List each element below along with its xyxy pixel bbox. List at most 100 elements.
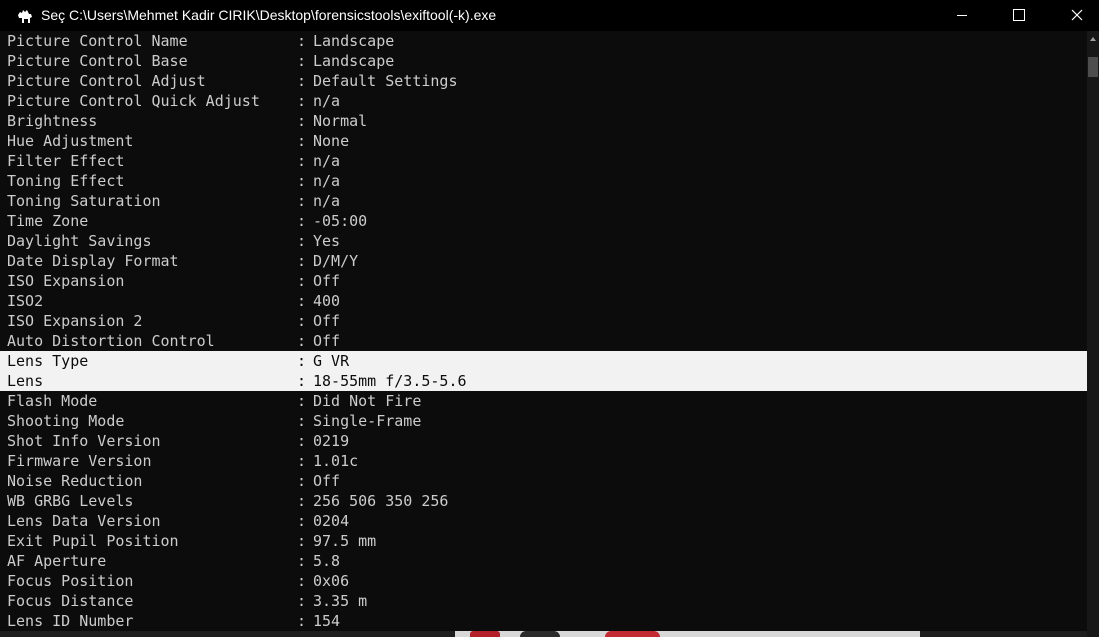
tag-name: Daylight Savings: [7, 232, 152, 250]
tag-name: Exit Pupil Position: [7, 532, 179, 550]
console-line: Lens ID Number:154: [0, 611, 1087, 631]
title-bar[interactable]: Seç C:\Users\Mehmet Kadir CIRIK\Desktop\…: [0, 0, 1099, 31]
separator: :: [297, 352, 307, 370]
tag-name: Toning Saturation: [7, 192, 161, 210]
separator: :: [297, 112, 307, 130]
separator: :: [297, 132, 307, 150]
console-line: Focus Distance:3.35 m: [0, 591, 1087, 611]
background-image-edge: [470, 631, 500, 637]
tag-name: Shooting Mode: [7, 412, 125, 430]
tag-name: Lens Data Version: [7, 512, 161, 530]
console-line: Shot Info Version:0219: [0, 431, 1087, 451]
console-line: Toning Effect: n/a: [0, 171, 1087, 191]
tag-value: None: [313, 132, 350, 150]
separator: :: [297, 452, 307, 470]
separator: :: [297, 592, 307, 610]
tag-value: Off: [313, 332, 341, 350]
tag-name: Lens: [7, 372, 44, 390]
tag-value: Default Settings: [313, 72, 458, 90]
tag-value: -05:00: [313, 212, 368, 230]
console-line: Hue Adjustment: None: [0, 131, 1087, 151]
minimize-button[interactable]: [939, 0, 985, 31]
console-line: Focus Position:0x06: [0, 571, 1087, 591]
tag-name: Date Display Format: [7, 252, 179, 270]
console-line: Brightness: Normal: [0, 111, 1087, 131]
close-button[interactable]: [1053, 0, 1099, 31]
tag-name: Flash Mode: [7, 392, 98, 410]
console-line: Picture Control Quick Adjust: n/a: [0, 91, 1087, 111]
console-line: Firmware Version:1.01c: [0, 451, 1087, 471]
tag-value: n/a: [313, 192, 341, 210]
tag-name: Time Zone: [7, 212, 89, 230]
console-line: Lens Data Version:0204: [0, 511, 1087, 531]
console-line: ISO Expansion 2: Off: [0, 311, 1087, 331]
console-line: Time Zone: -05:00: [0, 211, 1087, 231]
separator: :: [297, 372, 307, 390]
console-line: Lens Type: G VR: [0, 351, 1087, 371]
tag-name: Focus Distance: [7, 592, 134, 610]
tag-value: n/a: [313, 152, 341, 170]
tag-name: ISO Expansion 2: [7, 312, 143, 330]
tag-name: Lens Type: [7, 352, 89, 370]
console-line: Date Display Format: D/M/Y: [0, 251, 1087, 271]
maximize-button[interactable]: [995, 0, 1041, 31]
console-line: Picture Control Base: Landscape: [0, 51, 1087, 71]
separator: :: [297, 552, 307, 570]
camel-icon: [18, 10, 32, 23]
separator: :: [297, 212, 307, 230]
separator: :: [297, 392, 307, 410]
console-line: AF Aperture:5.8: [0, 551, 1087, 571]
scrollbar-thumb[interactable]: [1088, 57, 1098, 77]
background-image-edge: [520, 631, 560, 637]
maximize-icon: [1013, 9, 1025, 21]
tag-value: 256 506 350 256: [313, 492, 449, 510]
separator: :: [297, 192, 307, 210]
tag-value: Landscape: [313, 52, 395, 70]
tag-name: Firmware Version: [7, 452, 152, 470]
tag-value: 0204: [313, 512, 350, 530]
tag-value: Off: [313, 472, 341, 490]
tag-name: Picture Control Base: [7, 52, 188, 70]
tag-value: Off: [313, 272, 341, 290]
console-output[interactable]: Picture Control Name: Landscape Picture Co…: [0, 31, 1087, 631]
tag-value: Did Not Fire: [313, 392, 422, 410]
vertical-scrollbar[interactable]: [1087, 31, 1099, 637]
tag-value: Off: [313, 312, 341, 330]
console-line: ISO2:400: [0, 291, 1087, 311]
separator: :: [297, 432, 307, 450]
console-line: Daylight Savings: Yes: [0, 231, 1087, 251]
separator: :: [297, 412, 307, 430]
tag-name: Toning Effect: [7, 172, 125, 190]
tag-name: Picture Control Name: [7, 32, 188, 50]
separator: :: [297, 612, 307, 630]
background-image-edge: [605, 631, 660, 637]
tag-value: 3.35 m: [313, 592, 368, 610]
separator: :: [297, 92, 307, 110]
console-line: Picture Control Name: Landscape: [0, 31, 1087, 51]
tag-name: Auto Distortion Control: [7, 332, 215, 350]
scroll-up-arrow-icon[interactable]: [1087, 31, 1099, 47]
separator: :: [297, 152, 307, 170]
tag-value: Single-Frame: [313, 412, 422, 430]
minimize-icon: [957, 15, 967, 16]
console-line: Filter Effect: n/a: [0, 151, 1087, 171]
tag-value: 0x06: [313, 572, 350, 590]
tag-name: Filter Effect: [7, 152, 125, 170]
separator: :: [297, 252, 307, 270]
tag-name: ISO Expansion: [7, 272, 125, 290]
separator: :: [297, 572, 307, 590]
tag-value: Normal: [313, 112, 368, 130]
separator: :: [297, 292, 307, 310]
separator: :: [297, 272, 307, 290]
separator: :: [297, 72, 307, 90]
window-title: Seç C:\Users\Mehmet Kadir CIRIK\Desktop\…: [41, 7, 497, 23]
tag-value: 5.8: [313, 552, 341, 570]
tag-value: Landscape: [313, 32, 395, 50]
console-line: Lens:18-55mm f/3.5-5.6: [0, 371, 1087, 391]
tag-value: 0219: [313, 432, 350, 450]
close-icon: [1071, 9, 1083, 21]
console-line: Flash Mode: Did Not Fire: [0, 391, 1087, 411]
tag-value: n/a: [313, 172, 341, 190]
console-line: Picture Control Adjust: Default Settings: [0, 71, 1087, 91]
console-line: Shooting Mode: Single-Frame: [0, 411, 1087, 431]
